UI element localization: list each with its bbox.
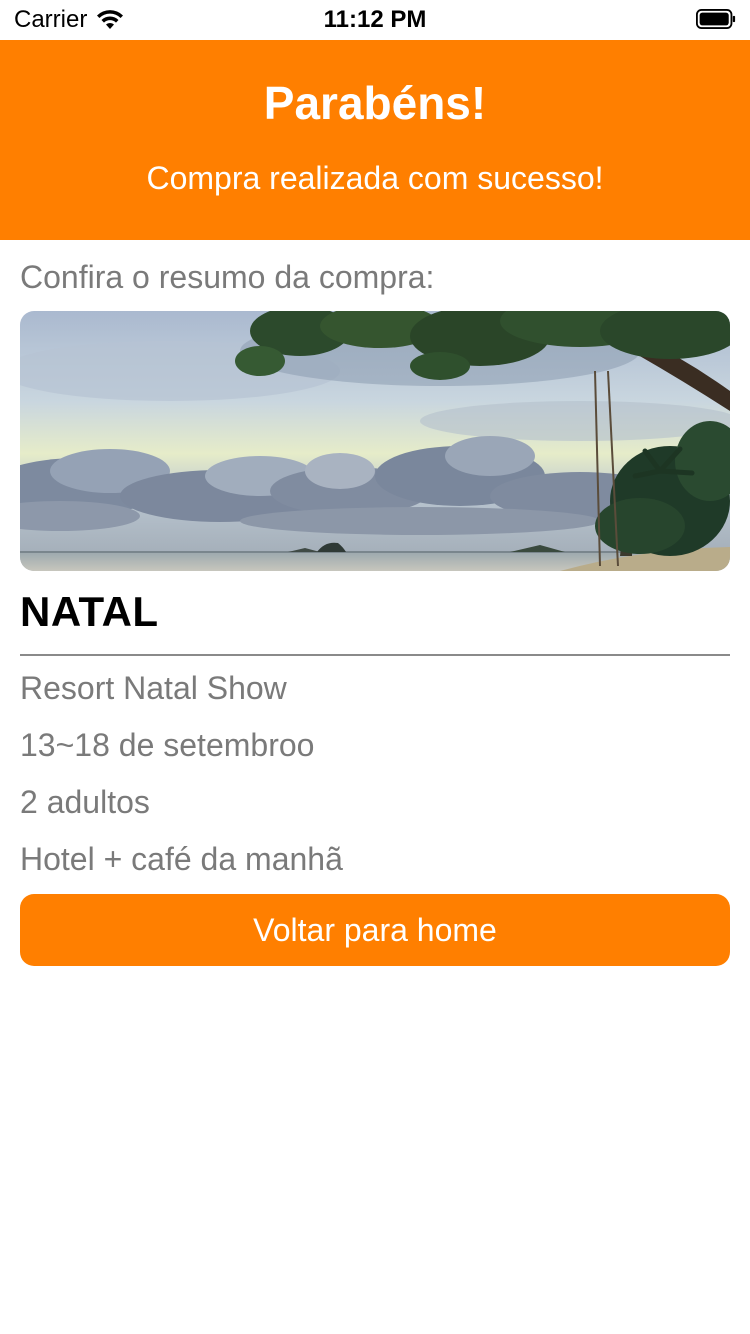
divider bbox=[20, 654, 730, 656]
beach-image bbox=[20, 311, 730, 571]
success-header: Parabéns! Compra realizada com sucesso! bbox=[0, 40, 750, 240]
success-title: Parabéns! bbox=[263, 77, 487, 129]
detail-guests: 2 adultos bbox=[20, 784, 150, 820]
summary-label: Confira o resumo da compra: bbox=[20, 259, 435, 295]
back-to-home-button[interactable]: Voltar para home bbox=[20, 894, 730, 966]
status-bar: Carrier 11:12 PM bbox=[0, 0, 750, 40]
success-subtitle: Compra realizada com sucesso! bbox=[146, 160, 604, 196]
detail-dates: 13~18 de setembroo bbox=[20, 727, 315, 763]
detail-package: Hotel + café da manhã bbox=[20, 841, 343, 877]
destination-photo bbox=[20, 311, 730, 571]
detail-hotel: Resort Natal Show bbox=[20, 670, 287, 706]
battery-icon bbox=[696, 9, 736, 29]
status-time: 11:12 PM bbox=[323, 6, 427, 33]
destination-title: NATAL bbox=[20, 588, 159, 635]
purchase-confirmation-screen: Carrier 11:12 PM Parabéns! Compra realiz… bbox=[0, 0, 750, 1334]
